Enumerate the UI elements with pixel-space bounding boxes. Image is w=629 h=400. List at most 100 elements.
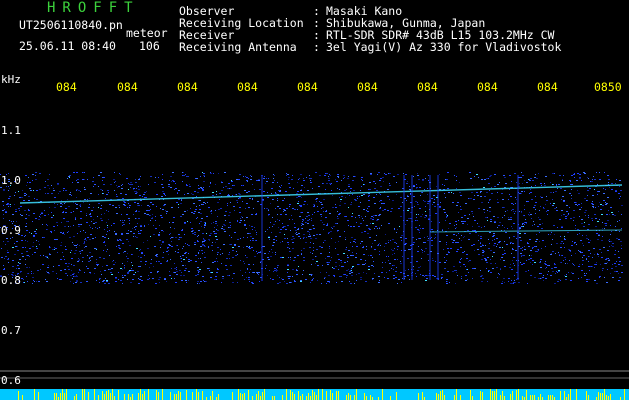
noise-pixel <box>605 263 607 264</box>
noise-pixel <box>472 278 473 279</box>
noise-pixel <box>120 174 121 175</box>
noise-pixel <box>124 265 125 266</box>
noise-pixel <box>588 279 590 280</box>
noise-pixel <box>132 279 134 280</box>
noise-pixel <box>183 259 185 260</box>
noise-pixel <box>271 193 272 194</box>
noise-pixel <box>320 272 321 273</box>
noise-pixel <box>579 233 580 234</box>
noise-pixel <box>293 260 295 261</box>
noise-pixel <box>199 269 201 270</box>
noise-pixel <box>288 278 289 279</box>
noise-pixel <box>80 191 81 192</box>
noise-pixel <box>550 234 551 235</box>
noise-pixel <box>49 253 50 254</box>
noise-pixel <box>139 250 140 251</box>
noise-pixel <box>473 199 475 200</box>
noise-pixel <box>268 259 270 260</box>
noise-pixel <box>557 188 558 189</box>
noise-pixel <box>511 280 512 281</box>
noise-pixel <box>179 270 181 271</box>
noise-pixel <box>397 229 398 230</box>
noise-pixel <box>349 281 350 282</box>
noise-pixel <box>233 206 235 207</box>
noise-pixel <box>287 272 288 273</box>
noise-pixel <box>446 242 447 243</box>
noise-pixel <box>518 282 520 283</box>
noise-pixel <box>501 193 503 194</box>
noise-pixel <box>343 178 344 179</box>
noise-pixel <box>415 273 416 274</box>
noise-pixel <box>465 275 467 276</box>
noise-pixel <box>93 177 94 178</box>
noise-pixel <box>1 257 3 258</box>
noise-pixel <box>393 278 394 279</box>
noise-pixel <box>605 204 607 205</box>
noise-pixel <box>481 275 483 276</box>
noise-pixel <box>344 262 346 263</box>
noise-pixel <box>274 175 275 176</box>
noise-pixel <box>367 208 368 209</box>
noise-pixel <box>332 207 334 208</box>
noise-pixel <box>279 277 280 278</box>
noise-pixel <box>365 281 367 282</box>
noise-pixel <box>8 258 9 259</box>
noise-pixel <box>608 182 609 183</box>
noise-pixel <box>178 252 179 253</box>
noise-pixel <box>122 243 124 244</box>
noise-pixel <box>550 275 552 276</box>
noise-pixel <box>116 194 117 195</box>
noise-pixel <box>393 275 395 276</box>
noise-pixel <box>504 177 506 178</box>
noise-pixel <box>362 247 364 248</box>
noise-pixel <box>332 267 333 268</box>
noise-pixel <box>260 252 261 253</box>
noise-pixel <box>203 202 205 203</box>
noise-pixel <box>394 278 395 279</box>
noise-pixel <box>335 242 336 243</box>
noise-pixel <box>144 225 145 226</box>
noise-pixel <box>416 188 417 189</box>
noise-pixel <box>435 237 436 238</box>
noise-pixel <box>81 224 82 225</box>
noise-pixel <box>604 172 605 173</box>
noise-pixel <box>141 253 143 254</box>
noise-pixel <box>405 270 406 271</box>
noise-pixel <box>469 172 471 173</box>
noise-pixel <box>499 274 500 275</box>
noise-pixel <box>379 254 380 255</box>
noise-pixel <box>21 278 23 279</box>
noise-pixel <box>122 277 124 278</box>
noise-pixel <box>148 275 149 276</box>
noise-pixel <box>574 177 575 178</box>
noise-pixel <box>82 250 83 251</box>
noise-pixel <box>273 242 275 243</box>
noise-pixel <box>608 210 609 211</box>
noise-pixel <box>521 212 522 213</box>
noise-pixel <box>360 279 362 280</box>
noise-pixel <box>491 193 493 194</box>
noise-pixel <box>87 255 88 256</box>
noise-pixel <box>283 209 285 210</box>
noise-pixel <box>513 282 515 283</box>
noise-pixel <box>252 238 254 239</box>
noise-pixel <box>376 235 377 236</box>
noise-pixel <box>99 279 100 280</box>
noise-pixel <box>560 243 562 244</box>
noise-pixel <box>73 273 75 274</box>
noise-pixel <box>23 200 25 201</box>
noise-pixel <box>112 261 113 262</box>
noise-pixel <box>3 269 5 270</box>
noise-pixel <box>89 225 90 226</box>
noise-pixel <box>301 212 303 213</box>
noise-pixel <box>159 232 160 233</box>
noise-pixel <box>309 219 310 220</box>
noise-pixel <box>337 254 339 255</box>
noise-pixel <box>550 192 552 193</box>
noise-pixel <box>129 207 130 208</box>
noise-pixel <box>592 201 593 202</box>
noise-pixel <box>605 259 607 260</box>
noise-pixel <box>313 206 315 207</box>
noise-pixel <box>416 217 417 218</box>
noise-pixel <box>563 260 564 261</box>
